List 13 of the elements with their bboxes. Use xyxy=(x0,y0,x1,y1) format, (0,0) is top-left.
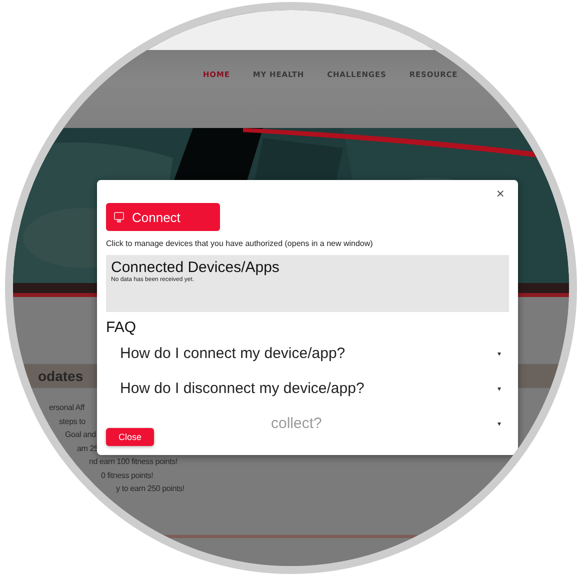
close-button[interactable]: Close xyxy=(106,428,154,446)
update-text: 0 fitness points! xyxy=(101,470,154,481)
update-text: ersonal Aff xyxy=(49,402,84,414)
device-icon xyxy=(114,212,124,222)
update-text: y to earn 250 points! xyxy=(116,483,184,494)
panel-title: Connected Devices/Apps xyxy=(111,259,280,276)
hint-text: Click to manage devices that you have authorized (opens in a new window) xyxy=(106,239,374,248)
faq-heading: FAQ xyxy=(106,319,138,336)
update-text: nd earn 100 fitness points! xyxy=(89,456,178,468)
section-heading: odates xyxy=(38,368,84,384)
connect-button[interactable]: Connect xyxy=(106,203,220,231)
update-text: Goal and xyxy=(65,429,96,440)
update-text: steps to xyxy=(59,416,86,427)
